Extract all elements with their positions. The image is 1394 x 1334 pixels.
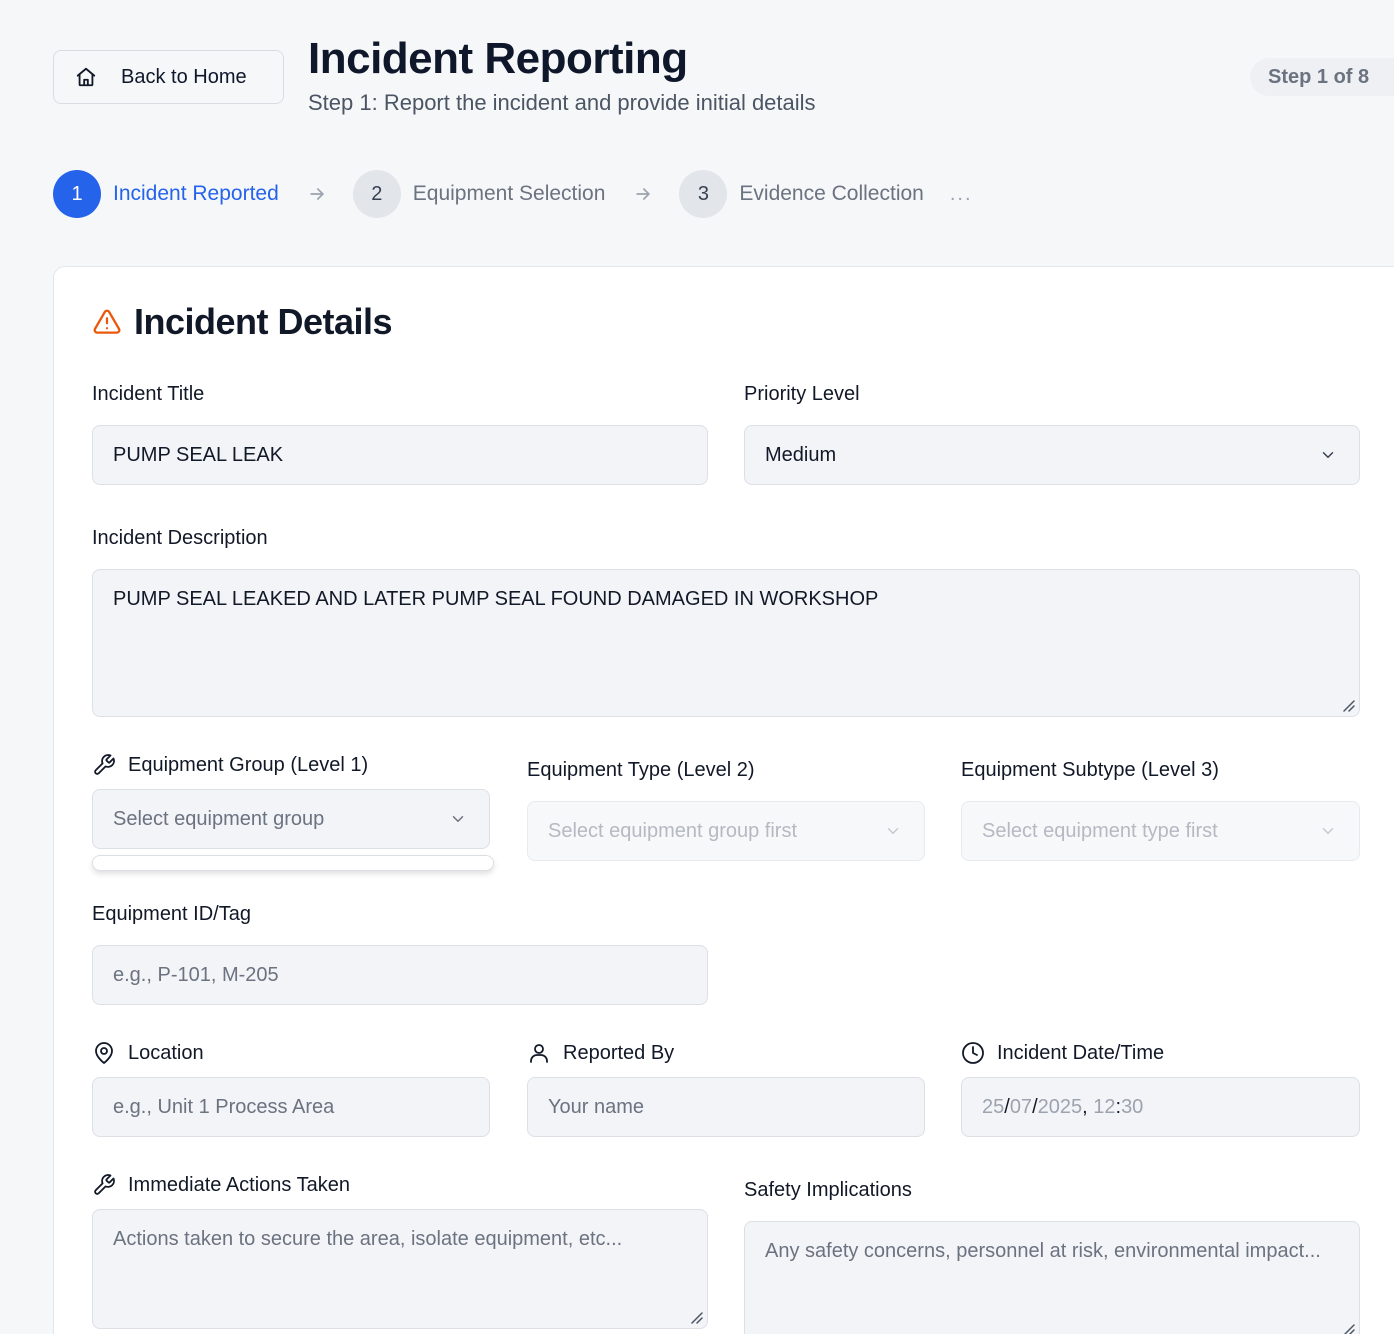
resize-handle-icon[interactable] bbox=[689, 1310, 703, 1324]
incident-datetime-label-text: Incident Date/Time bbox=[997, 1041, 1165, 1064]
immediate-actions-label-text: Immediate Actions Taken bbox=[128, 1173, 350, 1196]
page-subtitle: Step 1: Report the incident and provide … bbox=[308, 90, 816, 115]
location-input[interactable]: e.g., Unit 1 Process Area bbox=[92, 1077, 490, 1137]
incident-datetime-input[interactable]: 25/07/2025, 12:30 bbox=[961, 1077, 1360, 1137]
step-incident-reported[interactable]: 1 Incident Reported bbox=[53, 170, 279, 218]
location-label: Location bbox=[92, 1041, 204, 1065]
chevron-down-icon bbox=[1319, 822, 1337, 840]
datetime-hour: 12 bbox=[1093, 1095, 1116, 1118]
step-equipment-selection[interactable]: 2 Equipment Selection bbox=[352, 170, 606, 218]
equipment-subtype-placeholder: Select equipment type first bbox=[982, 819, 1218, 842]
arrow-right-icon bbox=[633, 184, 653, 204]
section-title-text: Incident Details bbox=[134, 301, 393, 342]
step-evidence-collection[interactable]: 3 Evidence Collection bbox=[679, 170, 924, 218]
chevron-down-icon bbox=[884, 822, 902, 840]
step-label: Incident Reported bbox=[113, 182, 279, 205]
more-steps-ellipsis: ... bbox=[949, 182, 973, 205]
equipment-group-placeholder: Select equipment group bbox=[113, 807, 325, 830]
immediate-actions-label: Immediate Actions Taken bbox=[92, 1173, 350, 1197]
back-to-home-button[interactable]: Back to Home bbox=[53, 50, 284, 104]
safety-implications-label: Safety Implications bbox=[744, 1179, 912, 1201]
arrow-right-icon bbox=[307, 184, 327, 204]
wrench-icon bbox=[92, 1173, 116, 1197]
chevron-down-icon bbox=[449, 810, 467, 828]
back-to-home-label: Back to Home bbox=[121, 65, 247, 88]
equipment-group-label: Equipment Group (Level 1) bbox=[92, 753, 368, 777]
step-indicator-badge: Step 1 of 8 bbox=[1250, 58, 1394, 96]
priority-level-value: Medium bbox=[765, 443, 837, 466]
incident-description-label: Incident Description bbox=[92, 527, 268, 549]
resize-handle-icon[interactable] bbox=[1341, 1322, 1355, 1334]
map-pin-icon bbox=[92, 1041, 116, 1065]
incident-title-input[interactable]: PUMP SEAL LEAK bbox=[92, 425, 708, 485]
wrench-icon bbox=[92, 753, 116, 777]
equipment-type-placeholder: Select equipment group first bbox=[548, 819, 798, 842]
alert-triangle-icon bbox=[92, 307, 122, 337]
safety-implications-placeholder: Any safety concerns, personnel at risk, … bbox=[765, 1240, 1321, 1262]
incident-description-textarea[interactable]: PUMP SEAL LEAKED AND LATER PUMP SEAL FOU… bbox=[92, 569, 1360, 717]
incident-title-label: Incident Title bbox=[92, 383, 205, 405]
reported-by-label-text: Reported By bbox=[563, 1041, 675, 1064]
datetime-day: 25 bbox=[982, 1095, 1005, 1118]
priority-level-select[interactable]: Medium bbox=[744, 425, 1360, 485]
reported-by-label: Reported By bbox=[527, 1041, 674, 1065]
equipment-group-select[interactable]: Select equipment group bbox=[92, 789, 490, 849]
resize-handle-icon[interactable] bbox=[1341, 698, 1355, 712]
reported-by-input[interactable]: Your name bbox=[527, 1077, 925, 1137]
equipment-group-label-text: Equipment Group (Level 1) bbox=[128, 753, 369, 776]
page-title: Incident Reporting bbox=[308, 34, 688, 83]
user-icon bbox=[527, 1041, 551, 1065]
location-label-text: Location bbox=[128, 1041, 204, 1064]
home-icon bbox=[75, 66, 97, 88]
immediate-actions-placeholder: Actions taken to secure the area, isolat… bbox=[113, 1228, 623, 1250]
clock-icon bbox=[961, 1041, 985, 1065]
step-number: 3 bbox=[679, 170, 728, 218]
equipment-subtype-label: Equipment Subtype (Level 3) bbox=[961, 759, 1219, 781]
step-number: 1 bbox=[53, 170, 101, 218]
immediate-actions-textarea[interactable]: Actions taken to secure the area, isolat… bbox=[92, 1209, 708, 1329]
equipment-group-dropdown-panel[interactable] bbox=[92, 855, 494, 871]
equipment-id-input[interactable]: e.g., P-101, M-205 bbox=[92, 945, 708, 1005]
incident-description-value: PUMP SEAL LEAKED AND LATER PUMP SEAL FOU… bbox=[113, 588, 879, 610]
datetime-minute: 30 bbox=[1121, 1095, 1144, 1118]
safety-implications-textarea[interactable]: Any safety concerns, personnel at risk, … bbox=[744, 1221, 1360, 1334]
section-title: Incident Details bbox=[92, 301, 393, 343]
priority-level-label: Priority Level bbox=[744, 383, 860, 405]
equipment-id-label: Equipment ID/Tag bbox=[92, 903, 251, 925]
equipment-type-label: Equipment Type (Level 2) bbox=[527, 759, 755, 781]
equipment-subtype-select[interactable]: Select equipment type first bbox=[961, 801, 1360, 861]
datetime-year: 2025 bbox=[1037, 1095, 1083, 1118]
equipment-type-select[interactable]: Select equipment group first bbox=[527, 801, 925, 861]
incident-details-card: Incident Details Incident Title PUMP SEA… bbox=[53, 266, 1394, 1334]
datetime-month: 07 bbox=[1009, 1095, 1033, 1118]
step-label: Evidence Collection bbox=[739, 182, 924, 205]
incident-datetime-label: Incident Date/Time bbox=[961, 1041, 1164, 1065]
chevron-down-icon bbox=[1319, 446, 1337, 464]
step-number: 2 bbox=[352, 170, 401, 218]
progress-stepper: 1 Incident Reported 2 Equipment Selectio… bbox=[53, 170, 973, 218]
step-label: Equipment Selection bbox=[412, 182, 606, 205]
